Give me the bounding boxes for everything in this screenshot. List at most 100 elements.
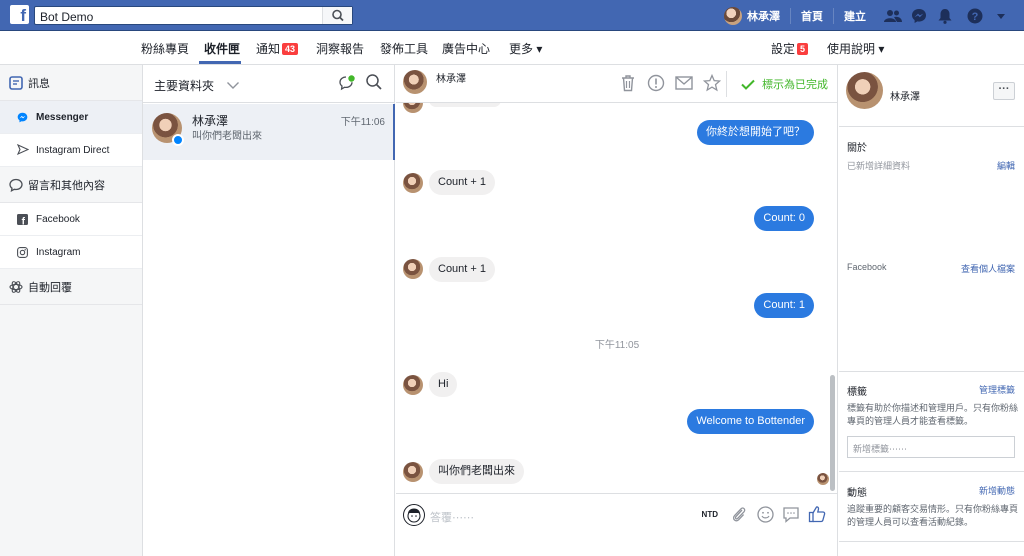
tab-inbox[interactable]: 收件匣: [204, 40, 240, 57]
facebook-label: Facebook: [847, 262, 887, 272]
tab-ad-center[interactable]: 廣告中心: [442, 40, 490, 57]
tab-more[interactable]: 更多 ▾: [509, 40, 542, 57]
folder-label: 主要資料夾: [154, 79, 215, 93]
automation-icon: [9, 280, 23, 294]
tab-publishing-tools[interactable]: 發佈工具: [380, 40, 428, 57]
message-bubble-outgoing: Count: 1: [754, 293, 814, 318]
sidebar-section-auto-reply-label: 自動回覆: [28, 281, 72, 294]
delete-button[interactable]: [614, 73, 642, 93]
manage-tags-link[interactable]: 管理標籤: [979, 383, 1015, 396]
tab-insights[interactable]: 洞察報告: [316, 40, 364, 57]
folder-selector[interactable]: 主要資料夾: [154, 77, 240, 94]
contact-name[interactable]: 林承澤: [890, 88, 920, 103]
profile-link[interactable]: 林承澤: [724, 6, 790, 25]
svg-text:?: ?: [972, 11, 979, 23]
messenger-icon: [912, 8, 926, 23]
message-composer: 答覆⋯⋯ NTD: [396, 493, 837, 556]
mark-done-button[interactable]: 標示為已完成: [741, 76, 828, 92]
bell-icon: [938, 8, 952, 24]
reply-input[interactable]: 答覆⋯⋯: [430, 509, 474, 525]
notification-count-badge: 43: [282, 43, 299, 55]
search-input[interactable]: Bot Demo: [34, 6, 353, 25]
contact-details-panel: 林承澤 ··· 關於 已新增詳細資料 編輯 Facebook 查看個人檔案 標籤…: [839, 65, 1024, 556]
mark-unread-button[interactable]: [670, 73, 698, 93]
new-message-button[interactable]: [338, 74, 356, 92]
avatar: [403, 462, 423, 482]
read-receipt-avatar: [817, 473, 829, 485]
search-input-value[interactable]: Bot Demo: [40, 10, 93, 24]
currency-button[interactable]: NTD: [702, 510, 718, 519]
tab-page[interactable]: 粉絲專頁: [141, 40, 189, 57]
emoji-button[interactable]: [752, 504, 778, 524]
saved-replies-button[interactable]: [778, 504, 804, 524]
attach-button[interactable]: [726, 504, 752, 524]
conversation-item[interactable]: 林承澤 叫你們老闆出來 下午11:06: [143, 104, 395, 160]
thread-scrollbar[interactable]: [830, 375, 835, 491]
about-section: 關於 已新增詳細資料 編輯 Facebook 查看個人檔案: [839, 127, 1024, 372]
view-profile-link[interactable]: 查看個人檔案: [961, 262, 1015, 275]
smiley-icon: [756, 505, 774, 523]
conversation-time: 下午11:06: [340, 117, 385, 128]
conversation-list: 主要資料夾 林承澤 叫你們老闆出來 下午11:06: [143, 65, 395, 556]
avatar: [724, 6, 742, 25]
star-button[interactable]: [698, 73, 726, 93]
facebook-logo-icon[interactable]: f: [10, 5, 29, 24]
help-button[interactable]: ?: [962, 0, 988, 31]
settings-link[interactable]: 設定 5: [771, 40, 809, 57]
sidebar-section-messages-label: 訊息: [28, 77, 50, 90]
add-activity-link[interactable]: 新增動態: [979, 484, 1015, 497]
page-avatar: [403, 504, 425, 526]
add-tag-input[interactable]: 新增標籤⋯⋯: [847, 436, 1015, 458]
account-menu-button[interactable]: [988, 0, 1014, 31]
edit-link[interactable]: 編輯: [997, 159, 1015, 172]
friend-requests-button[interactable]: [880, 0, 906, 31]
message-bubble-outgoing: 你終於想開始了吧？: [697, 120, 814, 145]
sidebar-item-instagram[interactable]: Instagram: [0, 236, 142, 269]
sidebar-item-instagram-label: Instagram: [36, 246, 81, 258]
question-icon: ?: [967, 8, 983, 23]
tags-description: 標籤有助於你描述和管理用戶。只有你粉絲專頁的管理人員才能查看標籤。: [847, 403, 1019, 426]
page-logo-icon: [407, 508, 421, 523]
sidebar-section-messages[interactable]: 訊息: [0, 65, 142, 101]
create-link[interactable]: 建立: [833, 7, 876, 24]
avatar: [403, 375, 423, 395]
search-conversations-button[interactable]: [365, 73, 383, 91]
envelope-icon: [675, 76, 693, 90]
notifications-button[interactable]: [932, 0, 958, 31]
thread-contact-name[interactable]: 林承澤: [436, 70, 466, 85]
help-menu-link[interactable]: 使用說明 ▾: [827, 40, 884, 57]
star-icon: [703, 74, 721, 92]
like-button[interactable]: [804, 504, 830, 524]
messenger-button[interactable]: [906, 0, 932, 31]
chat-bubble-icon: [783, 506, 799, 523]
toolbar-divider: [726, 71, 727, 97]
checkmark-icon: [741, 79, 755, 90]
top-bar: f Bot Demo 林承澤 首頁 建立 ?: [0, 0, 1024, 31]
mark-done-label: 標示為已完成: [762, 79, 828, 91]
sidebar-item-facebook[interactable]: f Facebook: [0, 203, 142, 236]
message-bubble-outgoing: Count: 0: [754, 206, 814, 231]
chevron-down-icon: [227, 82, 240, 89]
about-subtitle: 已新增詳細資料: [847, 161, 911, 171]
alert-icon: [647, 74, 665, 92]
sidebar-item-instagram-direct[interactable]: Instagram Direct: [0, 134, 142, 167]
more-options-button[interactable]: ···: [993, 82, 1015, 100]
sidebar-item-messenger[interactable]: Messenger: [0, 101, 142, 134]
caret-down-icon: [997, 13, 1005, 19]
compose-icon: [339, 75, 355, 91]
sidebar-section-auto-reply[interactable]: 自動回覆: [0, 269, 142, 305]
message-thread: 林承澤 標示為已完成 你終於想開始了吧？ Count + 1 Count: 0 …: [396, 65, 838, 556]
activity-title: 動態: [847, 488, 867, 499]
home-link[interactable]: 首頁: [790, 7, 833, 24]
timestamp-divider: 下午11:05: [594, 340, 640, 351]
search-icon: [332, 9, 344, 22]
top-right-nav: 林承澤 首頁 建立 ?: [724, 0, 1014, 31]
tab-notifications-label: 通知: [256, 42, 281, 56]
avatar: [846, 72, 883, 109]
mark-spam-button[interactable]: [642, 73, 670, 93]
tab-notifications[interactable]: 通知 43: [256, 40, 299, 57]
settings-label: 設定: [771, 42, 796, 56]
messenger-icon: [17, 112, 31, 123]
sidebar-section-comments[interactable]: 留言和其他內容: [0, 167, 142, 203]
search-button[interactable]: [322, 7, 352, 24]
